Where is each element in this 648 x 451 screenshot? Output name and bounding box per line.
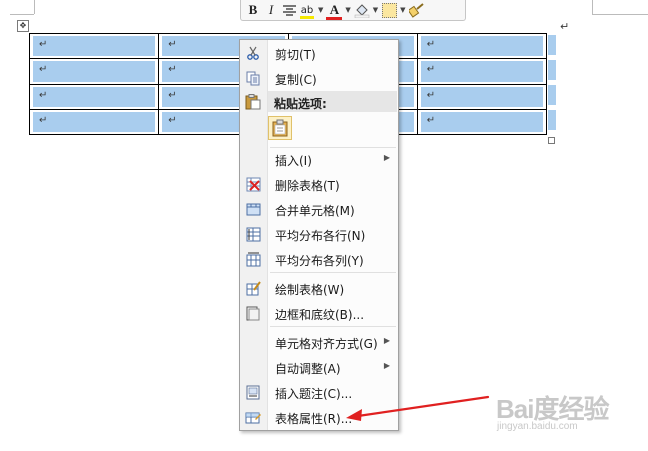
watermark-url: jingyan.baidu.com [497, 421, 578, 432]
watermark-brand: Bai度经验 [496, 394, 609, 424]
annotation-arrow [346, 395, 490, 421]
